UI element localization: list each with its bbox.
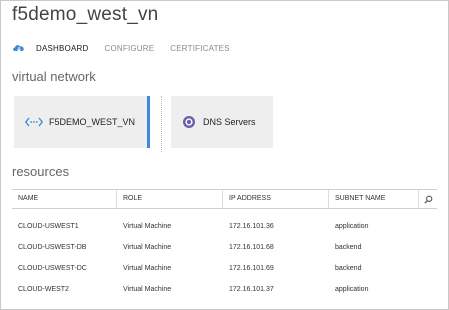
table-search-button[interactable] bbox=[418, 190, 437, 208]
column-header-ip-address[interactable]: IP ADDRESS bbox=[222, 190, 328, 208]
vn-tile-label: F5DEMO_WEST_VN bbox=[49, 117, 136, 127]
tab-configure[interactable]: CONFIGURE bbox=[104, 44, 154, 53]
table-row[interactable]: CLOUD-WEST2 Virtual Machine 172.16.101.3… bbox=[12, 279, 437, 300]
cell-ip-address: 172.16.101.36 bbox=[229, 223, 274, 230]
cell-ip-address: 172.16.101.69 bbox=[229, 265, 274, 272]
cloud-network-icon bbox=[13, 45, 24, 52]
cell-subnet-name: application bbox=[335, 223, 369, 230]
cell-role: Virtual Machine bbox=[123, 244, 172, 251]
tab-certificates[interactable]: CERTIFICATES bbox=[170, 44, 229, 53]
vn-tile[interactable]: F5DEMO_WEST_VN bbox=[14, 96, 150, 148]
cell-subnet-name: application bbox=[335, 286, 369, 293]
cell-subnet-name: backend bbox=[335, 244, 362, 251]
network-icon bbox=[25, 117, 43, 127]
search-icon bbox=[423, 195, 432, 204]
cell-name: CLOUD-USWEST-DB bbox=[18, 244, 87, 251]
cell-name: CLOUD-WEST2 bbox=[18, 286, 69, 293]
top-nav: DASHBOARD CONFIGURE CERTIFICATES bbox=[12, 40, 246, 56]
table-row[interactable]: CLOUD-USWEST-DB Virtual Machine 172.16.1… bbox=[12, 237, 437, 258]
resources-heading: resources bbox=[12, 164, 70, 179]
dns-servers-tile[interactable]: DNS Servers bbox=[171, 96, 273, 148]
dns-icon bbox=[183, 116, 195, 128]
column-header-role[interactable]: ROLE bbox=[116, 190, 222, 208]
cell-role: Virtual Machine bbox=[123, 286, 172, 293]
table-row[interactable]: CLOUD-USWEST-DC Virtual Machine 172.16.1… bbox=[12, 258, 437, 279]
cell-role: Virtual Machine bbox=[123, 223, 172, 230]
page-title: f5demo_west_vn bbox=[12, 4, 159, 25]
cell-ip-address: 172.16.101.37 bbox=[229, 286, 274, 293]
cell-role: Virtual Machine bbox=[123, 265, 172, 272]
resources-table-header: NAME ROLE IP ADDRESS SUBNET NAME bbox=[12, 189, 437, 209]
virtual-network-heading: virtual network bbox=[12, 69, 96, 84]
cell-subnet-name: backend bbox=[335, 265, 362, 272]
tile-divider bbox=[161, 96, 162, 152]
table-row[interactable]: CLOUD-USWEST1 Virtual Machine 172.16.101… bbox=[12, 216, 437, 237]
cell-name: CLOUD-USWEST-DC bbox=[18, 265, 87, 272]
cell-name: CLOUD-USWEST1 bbox=[18, 223, 79, 230]
column-header-subnet-name[interactable]: SUBNET NAME bbox=[328, 190, 418, 208]
dns-tile-label: DNS Servers bbox=[203, 117, 256, 127]
cell-ip-address: 172.16.101.68 bbox=[229, 244, 274, 251]
column-header-name[interactable]: NAME bbox=[12, 190, 116, 208]
tab-dashboard[interactable]: DASHBOARD bbox=[36, 44, 88, 53]
